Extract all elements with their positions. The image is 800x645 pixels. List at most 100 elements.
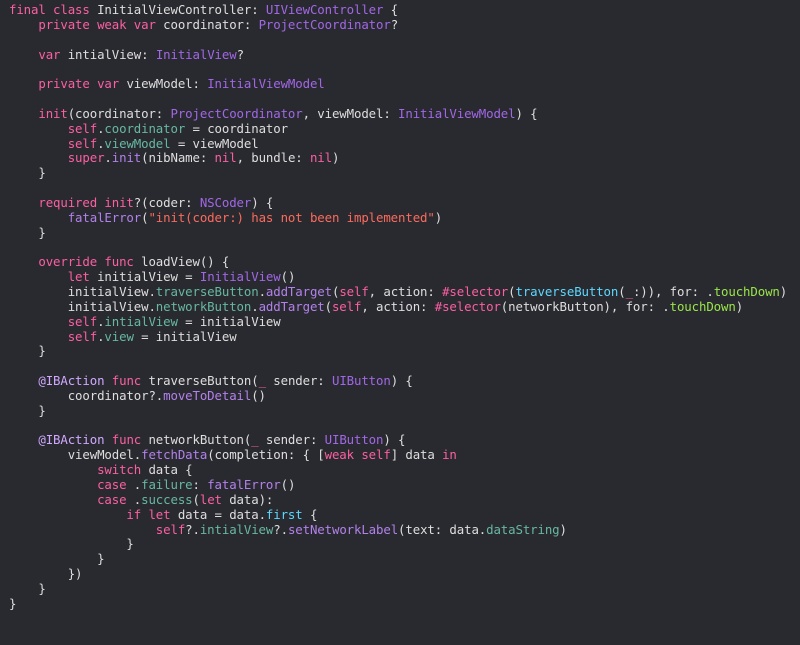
- code-line-28: }: [9, 403, 800, 419]
- code-token: fetchData: [141, 447, 208, 463]
- code-token: init: [9, 105, 68, 121]
- code-token: addTarget: [258, 298, 325, 314]
- code-token: InitialView: [199, 269, 281, 285]
- code-line-12: }: [9, 165, 800, 181]
- code-token: .: [251, 298, 259, 314]
- code-token: initialView.: [9, 284, 156, 300]
- code-token: () {: [199, 254, 230, 270]
- code-token: viewModel: [126, 76, 193, 92]
- code-line-1: final class InitialViewController: UIVie…: [9, 2, 800, 18]
- code-token: setNetworkLabel: [287, 521, 399, 537]
- code-token: #selector: [442, 284, 509, 300]
- code-token: viewModel: [104, 135, 171, 151]
- code-token: addTarget: [265, 284, 332, 300]
- code-line-41: }: [9, 596, 800, 612]
- code-token: self: [9, 313, 98, 329]
- code-line-33: case .failure: fatalError(): [9, 477, 800, 493]
- code-line-11: super.init(nibName: nil, bundle: nil): [9, 151, 800, 166]
- code-line-32: switch data {: [9, 462, 800, 478]
- code-token: {: [302, 506, 318, 522]
- code-token: super: [9, 150, 105, 166]
- code-token: :: [251, 2, 266, 17]
- code-token: :: [141, 46, 156, 62]
- code-token: coordinator: [163, 16, 244, 32]
- code-token: ?: [390, 16, 399, 32]
- code-token: (): [280, 269, 296, 285]
- code-token: ): [779, 284, 788, 300]
- code-token: , action:: [368, 284, 443, 300]
- code-line-16: }: [9, 225, 800, 241]
- code-token: coordinator?.: [9, 387, 164, 403]
- code-token: (coordinator:: [67, 105, 171, 121]
- code-token: self: [9, 328, 98, 344]
- code-token: case: [9, 477, 134, 492]
- code-token: UIButton: [324, 432, 384, 448]
- code-token: ) {: [390, 373, 413, 389]
- code-token: override func: [9, 254, 142, 270]
- code-token: NSCoder: [199, 194, 252, 210]
- code-token: view: [104, 328, 134, 344]
- code-token: :: [192, 477, 208, 492]
- code-token: viewModel.: [9, 447, 142, 463]
- code-token: var: [9, 46, 68, 62]
- code-token: ?.: [273, 521, 288, 537]
- code-token: init: [111, 150, 142, 166]
- code-token: self: [9, 135, 98, 151]
- code-token: ?(coder:: [133, 194, 200, 210]
- code-token: (networkButton), for: .: [500, 298, 670, 314]
- code-token: final class: [9, 2, 98, 17]
- code-token: nil: [309, 150, 332, 166]
- code-token: self: [9, 120, 98, 136]
- code-line-38: }: [9, 551, 800, 567]
- code-token: InitialView: [155, 46, 237, 62]
- code-line-26: @IBAction func traverseButton(_ sender: …: [9, 373, 800, 389]
- code-token: switch: [9, 462, 149, 478]
- code-line-27: coordinator?.moveToDetail(): [9, 387, 800, 404]
- code-line-36: self?.intialView?.setNetworkLabel(text: …: [9, 521, 800, 538]
- code-token: coordinator: [104, 120, 186, 136]
- code-line-14: required init?(coder: NSCoder) {: [9, 194, 800, 211]
- code-token: intialView: [104, 313, 178, 329]
- code-line-34: case .success(let data):: [9, 491, 800, 508]
- code-line-15: fatalError("init(coder:) has not been im…: [9, 210, 800, 226]
- code-token: = initialView: [177, 313, 281, 329]
- code-line-37: }: [9, 536, 800, 552]
- code-token: data):: [229, 491, 274, 507]
- code-token: (nibName:: [141, 150, 215, 166]
- code-token: in: [442, 447, 457, 463]
- code-token: }: [9, 165, 46, 181]
- code-token: networkButton: [155, 298, 252, 314]
- code-editor[interactable]: final class InitialViewController: UIVie…: [0, 0, 800, 645]
- code-token: ProjectCoordinator: [170, 105, 303, 121]
- code-line-8: init(coordinator: ProjectCoordinator, vi…: [9, 105, 800, 122]
- code-token: {: [383, 2, 399, 17]
- code-token: (: [324, 298, 332, 314]
- code-token: weak self: [324, 447, 391, 463]
- code-token: sender:: [258, 432, 325, 448]
- code-line-35: if let data = data.first {: [9, 506, 800, 523]
- code-token: UIViewController: [265, 2, 384, 17]
- code-line-40: }: [9, 580, 800, 597]
- code-line-6: private var viewModel: InitialViewModel: [9, 76, 800, 92]
- code-token: nil: [214, 150, 237, 166]
- code-token: ): [735, 298, 744, 314]
- code-token: @IBAction: [9, 373, 105, 389]
- code-token: _: [251, 432, 259, 448]
- code-token: }: [9, 580, 46, 596]
- code-token: func: [111, 432, 149, 448]
- code-token: private var: [9, 76, 127, 92]
- code-token: = viewModel: [170, 135, 259, 151]
- code-line-31: viewModel.fetchData(completion: { [weak …: [9, 447, 800, 463]
- code-token: if let: [9, 506, 178, 522]
- code-token: , action:: [361, 298, 435, 314]
- code-token: case: [9, 491, 134, 507]
